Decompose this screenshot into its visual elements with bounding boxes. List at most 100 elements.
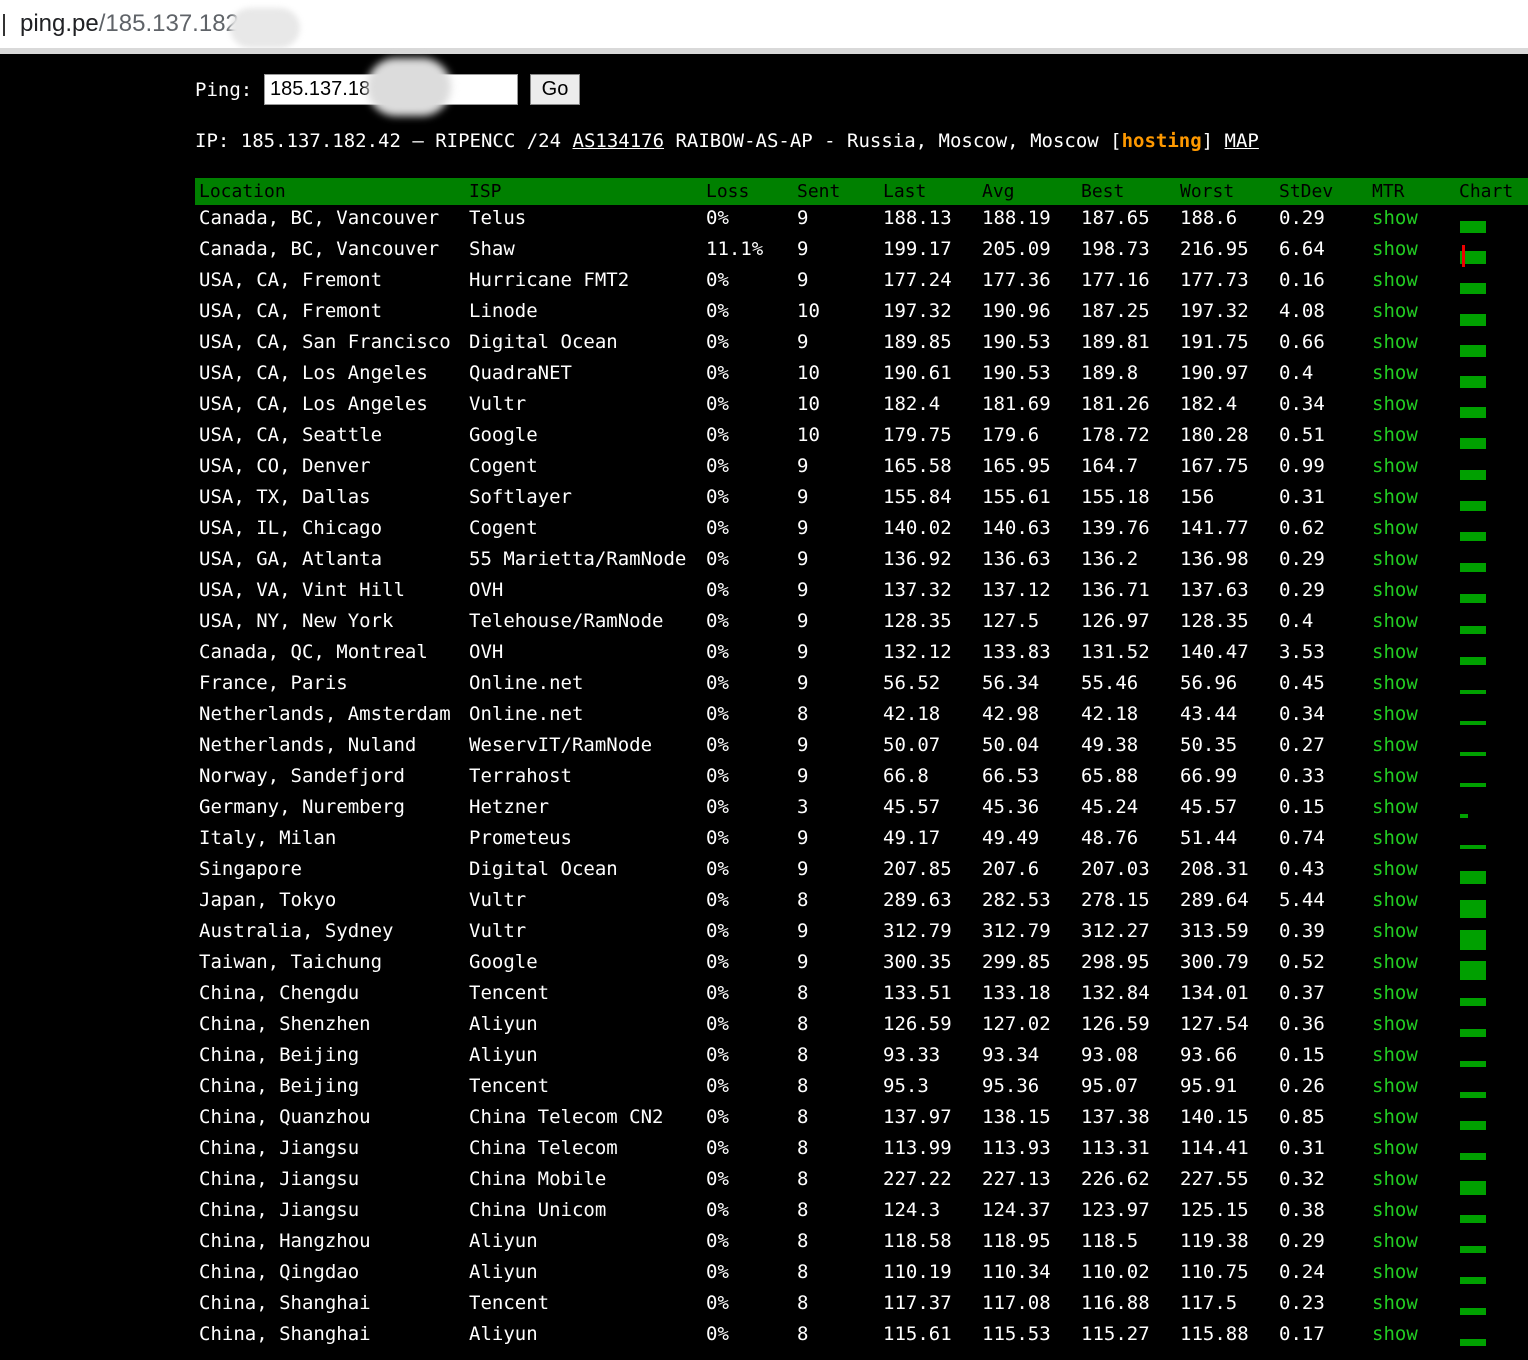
mtr-show-link[interactable]: show (1372, 548, 1418, 570)
mtr-show-link[interactable]: show (1372, 486, 1418, 508)
mtr-show-link[interactable]: show (1372, 517, 1418, 539)
table-row: China, Jiangsu China Telecom 0% 8 113.99 113.… (195, 1135, 1528, 1166)
latency-chart-bar (1460, 783, 1486, 787)
cell-location: Japan, Tokyo (199, 889, 337, 911)
cell-location: China, Quanzhou (199, 1106, 371, 1128)
mtr-show-link[interactable]: show (1372, 796, 1418, 818)
table-row: China, Shanghai Tencent 0% 8 117.37 117.08 116… (195, 1290, 1528, 1321)
mtr-show-link[interactable]: show (1372, 951, 1418, 973)
cell-stdev: 0.29 (1279, 548, 1325, 570)
header-stdev: StDev (1279, 181, 1334, 202)
cell-isp: Linode (469, 300, 538, 322)
mtr-show-link[interactable]: show (1372, 424, 1418, 446)
address-bar[interactable]: ping.pe/185.137.182 (0, 0, 1528, 49)
cell-avg: 93.34 (982, 1044, 1040, 1066)
cell-stdev: 0.15 (1279, 796, 1325, 818)
go-button[interactable]: Go (530, 74, 580, 105)
url-text[interactable]: ping.pe/185.137.182 (20, 10, 239, 38)
mtr-show-link[interactable]: show (1372, 207, 1418, 229)
cell-last: 115.61 (883, 1323, 952, 1345)
cell-worst: 125.15 (1180, 1199, 1249, 1221)
cell-avg: 227.13 (982, 1168, 1051, 1190)
cell-avg: 95.36 (982, 1075, 1040, 1097)
cell-location: USA, NY, New York (199, 610, 394, 632)
cell-loss: 0% (706, 300, 729, 322)
cell-avg: 56.34 (982, 672, 1040, 694)
cell-sent: 8 (797, 1075, 809, 1097)
mtr-show-link[interactable]: show (1372, 889, 1418, 911)
cell-sent: 8 (797, 1137, 809, 1159)
cell-last: 118.58 (883, 1230, 952, 1252)
mtr-show-link[interactable]: show (1372, 1199, 1418, 1221)
cell-isp: OVH (469, 579, 504, 601)
mtr-show-link[interactable]: show (1372, 1261, 1418, 1283)
cell-location: USA, CO, Denver (199, 455, 371, 477)
mtr-show-link[interactable]: show (1372, 393, 1418, 415)
cell-avg: 155.61 (982, 486, 1051, 508)
map-link[interactable]: MAP (1225, 130, 1259, 152)
mtr-show-link[interactable]: show (1372, 1075, 1418, 1097)
mtr-show-link[interactable]: show (1372, 1106, 1418, 1128)
cell-loss: 0% (706, 1137, 729, 1159)
table-row: Netherlands, Nuland WeservIT/RamNode 0% 9 50… (195, 732, 1528, 763)
cell-location: China, Beijing (199, 1075, 360, 1097)
cell-worst: 167.75 (1180, 455, 1249, 477)
cell-loss: 0% (706, 455, 729, 477)
cell-best: 189.81 (1081, 331, 1150, 353)
cell-avg: 205.09 (982, 238, 1051, 260)
mtr-show-link[interactable]: show (1372, 1168, 1418, 1190)
cell-loss: 0% (706, 362, 729, 384)
mtr-show-link[interactable]: show (1372, 1013, 1418, 1035)
mtr-show-link[interactable]: show (1372, 1230, 1418, 1252)
text-cursor (3, 14, 5, 36)
cell-stdev: 5.44 (1279, 889, 1325, 911)
latency-chart-bar (1460, 470, 1486, 480)
cell-avg: 117.08 (982, 1292, 1051, 1314)
cell-last: 56.52 (883, 672, 941, 694)
cell-sent: 9 (797, 827, 809, 849)
cell-location: Germany, Nuremberg (199, 796, 405, 818)
mtr-show-link[interactable]: show (1372, 610, 1418, 632)
mtr-show-link[interactable]: show (1372, 827, 1418, 849)
cell-worst: 141.77 (1180, 517, 1249, 539)
mtr-show-link[interactable]: show (1372, 920, 1418, 942)
mtr-show-link[interactable]: show (1372, 455, 1418, 477)
cell-location: USA, CA, Los Angeles (199, 362, 428, 384)
cell-avg: 45.36 (982, 796, 1040, 818)
mtr-show-link[interactable]: show (1372, 238, 1418, 260)
cell-isp: Softlayer (469, 486, 572, 508)
cell-loss: 0% (706, 424, 729, 446)
cell-loss: 0% (706, 889, 729, 911)
cell-stdev: 0.45 (1279, 672, 1325, 694)
mtr-show-link[interactable]: show (1372, 765, 1418, 787)
table-row: China, Beijing Aliyun 0% 8 93.33 93.34 93.08 93… (195, 1042, 1528, 1073)
mtr-show-link[interactable]: show (1372, 362, 1418, 384)
cell-last: 45.57 (883, 796, 941, 818)
mtr-show-link[interactable]: show (1372, 1292, 1418, 1314)
mtr-show-link[interactable]: show (1372, 672, 1418, 694)
mtr-show-link[interactable]: show (1372, 641, 1418, 663)
cell-isp: Cogent (469, 517, 538, 539)
mtr-show-link[interactable]: show (1372, 579, 1418, 601)
mtr-show-link[interactable]: show (1372, 331, 1418, 353)
mtr-show-link[interactable]: show (1372, 858, 1418, 880)
cell-location: Italy, Milan (199, 827, 337, 849)
header-loss: Loss (706, 181, 750, 202)
as-link[interactable]: AS134176 (573, 130, 665, 152)
mtr-show-link[interactable]: show (1372, 982, 1418, 1004)
cell-loss: 0% (706, 1168, 729, 1190)
mtr-show-link[interactable]: show (1372, 703, 1418, 725)
cell-location: USA, TX, Dallas (199, 486, 371, 508)
cell-isp: Aliyun (469, 1230, 538, 1252)
cell-location: China, Jiangsu (199, 1137, 360, 1159)
mtr-show-link[interactable]: show (1372, 300, 1418, 322)
cell-last: 300.35 (883, 951, 952, 973)
cell-avg: 282.53 (982, 889, 1051, 911)
mtr-show-link[interactable]: show (1372, 1044, 1418, 1066)
cell-loss: 0% (706, 1075, 729, 1097)
mtr-show-link[interactable]: show (1372, 734, 1418, 756)
mtr-show-link[interactable]: show (1372, 269, 1418, 291)
cell-sent: 8 (797, 1292, 809, 1314)
mtr-show-link[interactable]: show (1372, 1137, 1418, 1159)
mtr-show-link[interactable]: show (1372, 1323, 1418, 1345)
